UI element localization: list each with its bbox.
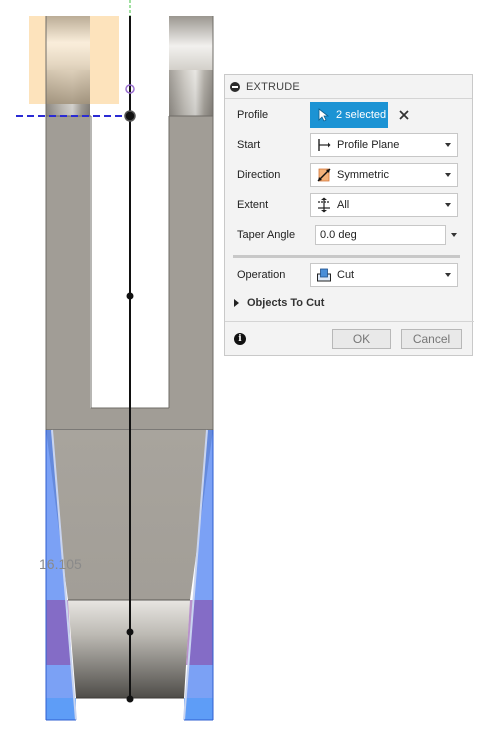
- profile-label: Profile: [237, 109, 269, 121]
- divider: [233, 255, 460, 258]
- extrude-panel: EXTRUDE Profile 2 selected Start Profile…: [224, 74, 474, 356]
- direction-dropdown[interactable]: Symmetric: [310, 163, 458, 187]
- chevron-down-icon: [445, 173, 451, 177]
- ok-button[interactable]: OK: [332, 329, 391, 349]
- extent-all-icon: [315, 196, 333, 214]
- extent-value: All: [337, 199, 350, 211]
- extent-label: Extent: [237, 199, 269, 211]
- taper-angle-row: Taper Angle 0.0 deg: [225, 222, 474, 248]
- symmetric-direction-icon: [315, 166, 333, 184]
- expand-triangle-icon: [234, 299, 239, 307]
- cursor-arrow-icon: [314, 106, 332, 124]
- profile-row: Profile 2 selected: [225, 102, 474, 128]
- panel-header: EXTRUDE: [225, 75, 472, 99]
- taper-angle-label: Taper Angle: [237, 229, 296, 241]
- chevron-down-icon: [445, 143, 451, 147]
- operation-dropdown[interactable]: Cut: [310, 263, 458, 287]
- direction-value: Symmetric: [337, 169, 389, 181]
- extent-row: Extent All: [225, 192, 474, 218]
- start-label: Start: [237, 139, 261, 151]
- sketch-point-mid[interactable]: [126, 292, 134, 300]
- panel-title: EXTRUDE: [246, 80, 300, 93]
- close-x-icon[interactable]: [397, 108, 411, 122]
- objects-to-cut-label: Objects To Cut: [247, 297, 325, 309]
- profile-select-button[interactable]: 2 selected: [310, 102, 388, 128]
- start-row: Start Profile Plane: [225, 132, 474, 158]
- chevron-down-icon: [445, 273, 451, 277]
- cut-operation-icon: [315, 266, 333, 284]
- extent-dropdown[interactable]: All: [310, 193, 458, 217]
- objects-to-cut-toggle[interactable]: Objects To Cut: [234, 297, 324, 309]
- sketch-point-bottom[interactable]: [126, 695, 134, 703]
- chevron-down-icon[interactable]: [451, 233, 457, 237]
- cancel-button[interactable]: Cancel: [401, 329, 462, 349]
- profile-plane-icon: [315, 136, 333, 154]
- collapse-icon[interactable]: [230, 81, 240, 92]
- start-dropdown[interactable]: Profile Plane: [310, 133, 458, 157]
- operation-row: Operation Cut: [225, 262, 474, 288]
- operation-value: Cut: [337, 269, 355, 281]
- sketch-point-lower[interactable]: [126, 628, 134, 636]
- chevron-down-icon: [445, 203, 451, 207]
- footer-divider: [225, 321, 474, 322]
- direction-label: Direction: [237, 169, 281, 181]
- info-icon[interactable]: i: [234, 333, 246, 345]
- start-value: Profile Plane: [337, 139, 400, 151]
- sketch-point-top[interactable]: [124, 110, 136, 122]
- operation-label: Operation: [237, 269, 286, 281]
- profile-value: 2 selected: [336, 109, 387, 121]
- dimension-label[interactable]: 16.105: [39, 556, 82, 572]
- taper-angle-input[interactable]: 0.0 deg: [315, 225, 446, 245]
- fork-right-prong: [169, 16, 213, 430]
- direction-row: Direction Symmetric: [225, 162, 474, 188]
